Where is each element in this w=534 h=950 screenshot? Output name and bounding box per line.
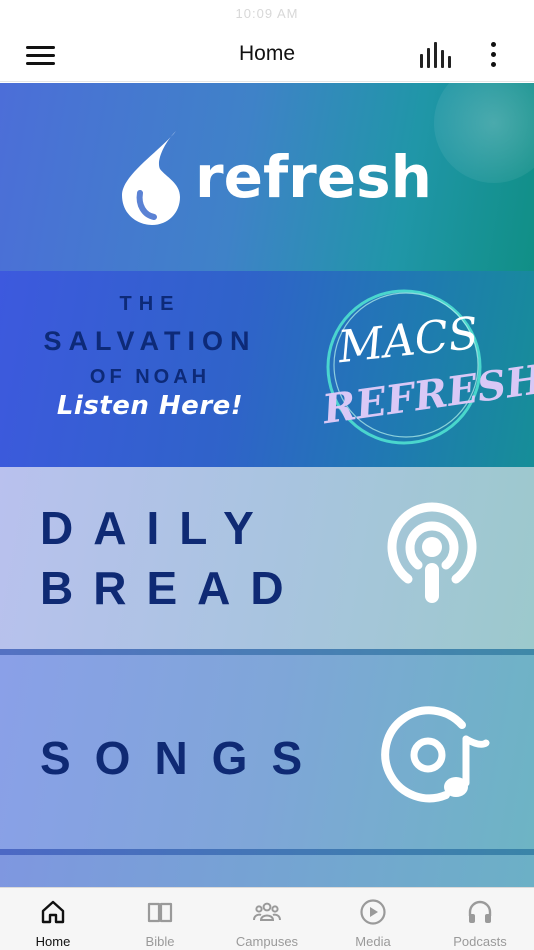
daily-bread-line1: DAILY <box>40 502 274 554</box>
tab-campuses[interactable]: Campuses <box>214 888 320 950</box>
salvation-line-title: SALVATION <box>43 326 257 356</box>
listen-here-label: Listen Here! <box>56 391 244 421</box>
headphones-icon <box>468 900 492 923</box>
tab-home[interactable]: Home <box>0 888 106 950</box>
tab-label-bible: Bible <box>145 934 175 949</box>
people-icon <box>253 902 281 921</box>
music-disc-icon <box>381 706 490 803</box>
macs-refresh-seal: MACS REFRESH <box>318 285 534 455</box>
songs-title: SONGS <box>40 732 327 784</box>
app-header: Home <box>0 30 534 82</box>
refresh-wordmark: refresh <box>195 143 432 211</box>
salvation-of-noah-banner[interactable]: THE SALVATION OF NOAH Listen Here! MACS … <box>0 271 534 467</box>
home-icon <box>41 900 65 924</box>
play-circle-icon <box>360 899 386 925</box>
tab-label-media: Media <box>355 934 391 949</box>
status-bar: 10:09 AM <box>0 0 534 30</box>
tab-label-campuses: Campuses <box>235 934 299 949</box>
tab-label-podcasts: Podcasts <box>453 934 507 949</box>
salvation-line-of-noah: OF NOAH <box>89 366 211 388</box>
refresh-banner[interactable]: refresh <box>0 83 534 271</box>
next-banner[interactable] <box>0 855 534 887</box>
daily-bread-line2: BREAD <box>40 562 304 614</box>
status-time: 10:09 AM <box>235 6 299 21</box>
book-icon <box>147 902 173 923</box>
tab-bible[interactable]: Bible <box>107 888 213 950</box>
daily-bread-banner[interactable]: DAILY BREAD <box>0 467 534 655</box>
tab-podcasts[interactable]: Podcasts <box>427 888 533 950</box>
glow-decoration <box>434 83 534 183</box>
tab-label-home: Home <box>35 934 71 949</box>
more-options-icon[interactable] <box>480 40 506 70</box>
songs-banner[interactable]: SONGS <box>0 655 534 855</box>
tab-media[interactable]: Media <box>320 888 426 950</box>
podcast-icon <box>387 502 477 603</box>
equalizer-icon[interactable] <box>420 42 454 68</box>
bottom-tab-bar: Home Bible Campuses Media Podcasts <box>0 887 534 950</box>
salvation-line-the: THE <box>119 293 181 315</box>
